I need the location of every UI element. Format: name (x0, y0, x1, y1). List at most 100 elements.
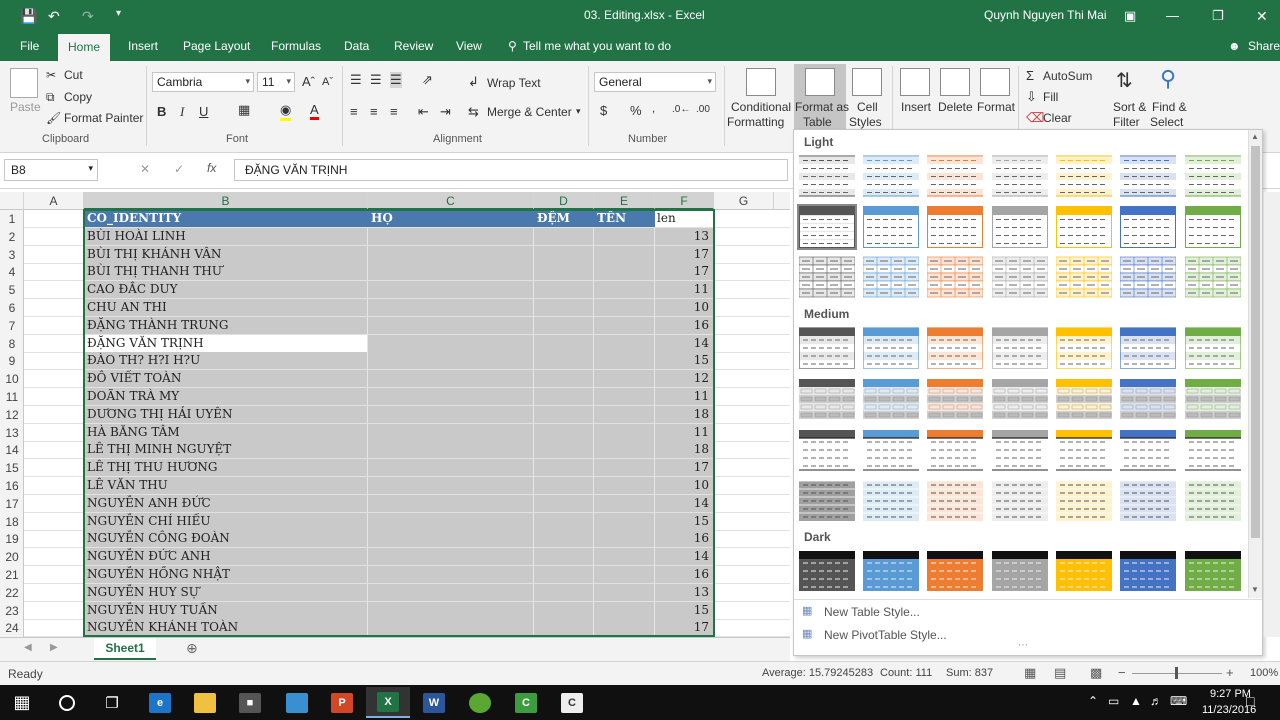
tab-insert[interactable]: Insert (128, 39, 158, 53)
tell-me-box[interactable]: Tell me what you want to do (523, 39, 671, 53)
number-format-combo[interactable]: General ▾ (594, 72, 716, 92)
table-style-swatch[interactable] (1185, 550, 1241, 592)
taskbar-excel[interactable]: X (366, 687, 410, 718)
cell-styles-label-2[interactable]: Styles (849, 115, 882, 129)
tab-view[interactable]: View (456, 39, 482, 53)
len-cell[interactable]: 11 (655, 388, 714, 405)
percent-button[interactable]: % (630, 103, 642, 118)
network-icon[interactable]: ▲ (1130, 694, 1142, 708)
tab-page-layout[interactable]: Page Layout (183, 39, 250, 53)
empty-cell-c[interactable] (368, 423, 534, 441)
table-style-swatch[interactable] (1056, 378, 1112, 420)
empty-cell-c[interactable] (368, 459, 534, 477)
name-cell[interactable]: NGUYỄN KHÁNH TOÀN (84, 619, 368, 637)
format-as-table-label-1[interactable]: Format as (795, 100, 849, 114)
empty-cell-e[interactable] (594, 388, 655, 405)
table-style-swatch[interactable] (1185, 327, 1241, 369)
empty-cell-e[interactable] (594, 227, 655, 245)
enter-icon[interactable]: ✓ (174, 162, 184, 176)
empty-cell-d[interactable] (534, 316, 594, 334)
task-view-button[interactable]: ❐ (90, 687, 134, 718)
table-style-swatch[interactable] (863, 378, 919, 420)
empty-cell-d[interactable] (534, 441, 594, 459)
prev-sheet-icon[interactable]: ◀ (24, 642, 32, 653)
empty-cell-d[interactable] (534, 566, 594, 583)
len-cell[interactable]: 17 (655, 459, 714, 477)
name-box[interactable]: B8 ▾ (4, 159, 98, 181)
empty-cell-e[interactable] (594, 477, 655, 494)
orientation-icon[interactable]: ⇗ (422, 72, 433, 88)
name-cell[interactable]: DOÃN TRÀ MY (84, 388, 368, 405)
table-style-swatch[interactable] (992, 256, 1048, 298)
table-style-swatch[interactable] (863, 550, 919, 592)
table-style-swatch[interactable] (799, 550, 855, 592)
align-center-icon[interactable]: ≡ (370, 104, 378, 119)
table-style-swatch[interactable] (1120, 327, 1176, 369)
table-style-swatch[interactable] (1056, 256, 1112, 298)
empty-cell-c[interactable] (368, 583, 534, 601)
new-sheet-icon[interactable]: ⊕ (186, 640, 198, 657)
empty-cell-e[interactable] (594, 352, 655, 370)
tab-review[interactable]: Review (394, 39, 433, 53)
len-cell[interactable]: 16 (655, 566, 714, 583)
len-cell[interactable]: 17 (655, 619, 714, 637)
empty-cell-c[interactable] (368, 477, 534, 494)
len-cell[interactable]: 16 (655, 316, 714, 334)
italic-button[interactable]: I (180, 104, 184, 120)
name-cell[interactable]: NGUYỄN HUY TUẤN (84, 601, 368, 619)
table-style-swatch[interactable] (1120, 256, 1176, 298)
gallery-scrollbar[interactable]: ▲ ▼ (1248, 130, 1262, 598)
len-cell[interactable]: 11 (655, 281, 714, 299)
taskbar-store[interactable]: ■ (228, 687, 272, 718)
increase-decimal-icon[interactable]: .0← (672, 104, 690, 115)
column-header-b[interactable]: B (84, 192, 368, 210)
empty-cell-d[interactable] (534, 548, 594, 566)
table-style-swatch[interactable] (927, 480, 983, 522)
table-style-swatch[interactable] (992, 155, 1048, 197)
empty-cell-c[interactable] (368, 370, 534, 388)
name-cell[interactable]: ĐỖ VIẾT TOÀN (84, 370, 368, 388)
align-right-icon[interactable]: ≡ (390, 104, 398, 119)
restore-icon[interactable]: ❐ (1212, 8, 1224, 24)
cancel-icon[interactable]: ✕ (140, 162, 150, 176)
taskbar-camtasia[interactable]: C (504, 687, 548, 718)
format-cells-button[interactable]: Format (977, 100, 1015, 114)
name-cell[interactable]: DƯƠNG THỊ HẢI UYÊN (84, 405, 368, 423)
cortana-button[interactable] (45, 687, 89, 718)
decrease-indent-icon[interactable]: ⇤ (418, 104, 429, 120)
empty-cell-e[interactable] (594, 548, 655, 566)
scroll-up-icon[interactable]: ▲ (1251, 132, 1259, 141)
insert-function-button[interactable]: fx (207, 161, 216, 175)
len-cell[interactable]: 10 (655, 477, 714, 494)
empty-cell-d[interactable] (534, 459, 594, 477)
name-cell[interactable]: NGUYỄN ANH ĐỨC (84, 494, 368, 512)
worksheet-grid[interactable]: CO_IDENTITY HỌ ĐỆM TÊN len BÙI HOÀI LINH 13 BÙI… (0, 210, 790, 637)
empty-cell-e[interactable] (594, 263, 655, 281)
power-icon[interactable]: ▭ (1108, 694, 1119, 708)
empty-cell-e[interactable] (594, 299, 655, 316)
empty-cell-e[interactable] (594, 245, 655, 263)
empty-cell-e[interactable] (594, 370, 655, 388)
volume-icon[interactable]: ♬ (1150, 694, 1162, 708)
format-cells-icon[interactable] (980, 68, 1010, 96)
table-style-swatch[interactable] (927, 327, 983, 369)
ribbon-display-options-icon[interactable]: ▣ (1124, 8, 1136, 24)
taskbar-app-green[interactable] (458, 687, 502, 718)
empty-cell-d[interactable] (534, 281, 594, 299)
empty-cell-d[interactable] (534, 352, 594, 370)
table-style-swatch[interactable] (1185, 429, 1241, 471)
increase-font-icon[interactable]: Aˆ (302, 74, 315, 89)
table-style-swatch[interactable] (797, 204, 857, 250)
table-style-swatch[interactable] (863, 155, 919, 197)
user-name[interactable]: Quynh Nguyen Thi Mai (984, 8, 1107, 22)
empty-cell-c[interactable] (368, 316, 534, 334)
delete-cells-icon[interactable] (940, 68, 970, 96)
resize-grip-icon[interactable]: ⋯ (1018, 640, 1028, 651)
empty-cell-d[interactable] (534, 494, 594, 512)
new-pivot-style-item[interactable]: New PivotTable Style... (824, 628, 947, 642)
table-style-swatch[interactable] (1185, 480, 1241, 522)
empty-cell-c[interactable] (368, 299, 534, 316)
bold-button[interactable]: B (157, 104, 166, 119)
column-header-a[interactable]: A (24, 192, 84, 210)
empty-cell-c[interactable] (368, 263, 534, 281)
